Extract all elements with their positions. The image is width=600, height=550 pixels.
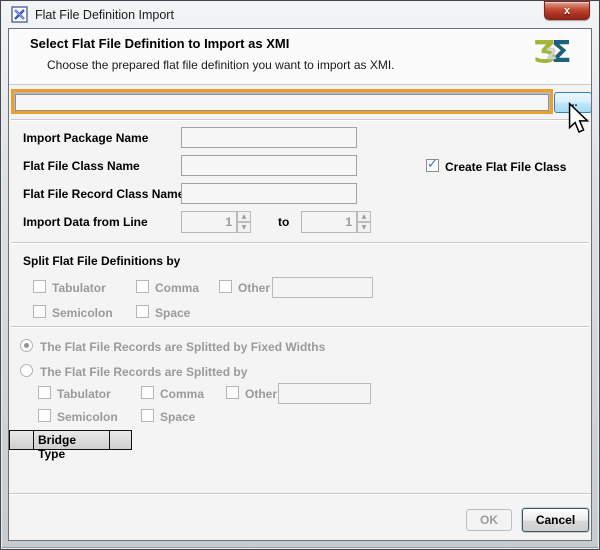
line-to-spinner: ▲ ▼ <box>301 211 371 233</box>
wizard-header: Select Flat File Definition to Import as… <box>9 29 591 85</box>
split-rec-comma-checkbox <box>141 386 154 399</box>
create-class-label: Create Flat File Class <box>445 160 566 174</box>
package-name-input[interactable] <box>181 127 357 148</box>
dialog-content: Select Flat File Definition to Import as… <box>8 28 592 541</box>
dialog-icon <box>11 6 28 23</box>
split-def-tabulator-checkbox <box>33 280 46 293</box>
cancel-button[interactable]: Cancel <box>522 508 589 532</box>
split-def-space-checkbox <box>136 305 149 318</box>
split-rec-space-label: Space <box>160 410 195 424</box>
split-rec-tabulator-label: Tabulator <box>57 387 111 401</box>
record-class-label: Flat File Record Class Name <box>23 187 184 201</box>
mouse-cursor-icon <box>566 102 590 139</box>
split-rec-comma-label: Comma <box>160 387 204 401</box>
class-name-label: Flat File Class Name <box>23 159 140 173</box>
record-class-input[interactable] <box>181 183 357 204</box>
split-definitions-title: Split Flat File Definitions by <box>23 254 180 268</box>
spin-down-icon: ▼ <box>357 222 371 233</box>
split-def-semicolon-checkbox <box>33 305 46 318</box>
split-rec-semicolon-label: Semicolon <box>57 410 118 424</box>
split-rec-other-label: Other <box>245 387 277 401</box>
split-def-space-label: Space <box>155 306 190 320</box>
split-rec-other-input <box>278 383 371 404</box>
separator <box>11 242 589 244</box>
split-def-tabulator-label: Tabulator <box>52 281 106 295</box>
separator <box>9 493 591 495</box>
logo-glyph-mid: 2 <box>546 44 557 63</box>
split-def-other-input <box>272 277 373 298</box>
radio-dot-icon <box>24 343 29 348</box>
spin-down-icon: ▼ <box>237 222 251 233</box>
fixed-widths-label: The Flat File Records are Splitted by Fi… <box>40 340 325 354</box>
e2e-logo-icon: Ʒ Σ 2 <box>533 37 577 73</box>
class-name-input[interactable] <box>181 155 357 176</box>
ok-button: OK <box>466 509 512 531</box>
line-from-spinner: ▲ ▼ <box>181 211 251 233</box>
split-rec-other-checkbox <box>226 386 239 399</box>
line-to-input <box>301 211 357 233</box>
file-path-highlight <box>11 89 553 114</box>
file-path-input[interactable] <box>15 94 549 111</box>
create-class-checkbox[interactable]: ✓ <box>426 159 439 172</box>
split-rec-semicolon-checkbox <box>38 409 51 422</box>
titlebar[interactable]: Flat File Definition Import x <box>2 2 598 28</box>
separator <box>11 326 589 328</box>
fixed-widths-radio <box>20 339 33 352</box>
flat-file-import-dialog: Flat File Definition Import x Select Fla… <box>0 0 600 550</box>
close-button[interactable]: x <box>544 1 590 20</box>
split-def-semicolon-label: Semicolon <box>52 306 113 320</box>
page-title: Select Flat File Definition to Import as… <box>30 36 289 51</box>
spin-up-icon: ▲ <box>237 211 251 222</box>
checkmark-icon: ✓ <box>427 157 438 172</box>
table-header-empty-right[interactable] <box>109 430 132 450</box>
close-icon: x <box>545 2 589 20</box>
split-rec-tabulator-checkbox <box>38 386 51 399</box>
page-description: Choose the prepared flat file definition… <box>47 58 395 72</box>
separator <box>11 119 589 121</box>
split-def-other-checkbox <box>219 280 232 293</box>
to-label: to <box>278 215 289 229</box>
split-def-other-label: Other <box>238 281 270 295</box>
table-header-bridge-type[interactable]: Bridge Type <box>33 430 110 450</box>
split-rec-space-checkbox <box>141 409 154 422</box>
line-range-label: Import Data from Line <box>23 215 148 229</box>
split-def-comma-label: Comma <box>155 281 199 295</box>
window-title: Flat File Definition Import <box>35 8 174 22</box>
split-def-comma-checkbox <box>136 280 149 293</box>
spin-up-icon: ▲ <box>357 211 371 222</box>
line-from-input <box>181 211 237 233</box>
splitted-by-label: The Flat File Records are Splitted by <box>40 365 247 379</box>
splitted-by-radio <box>20 364 33 377</box>
package-name-label: Import Package Name <box>23 131 148 145</box>
table-header-empty-left[interactable] <box>9 430 34 450</box>
